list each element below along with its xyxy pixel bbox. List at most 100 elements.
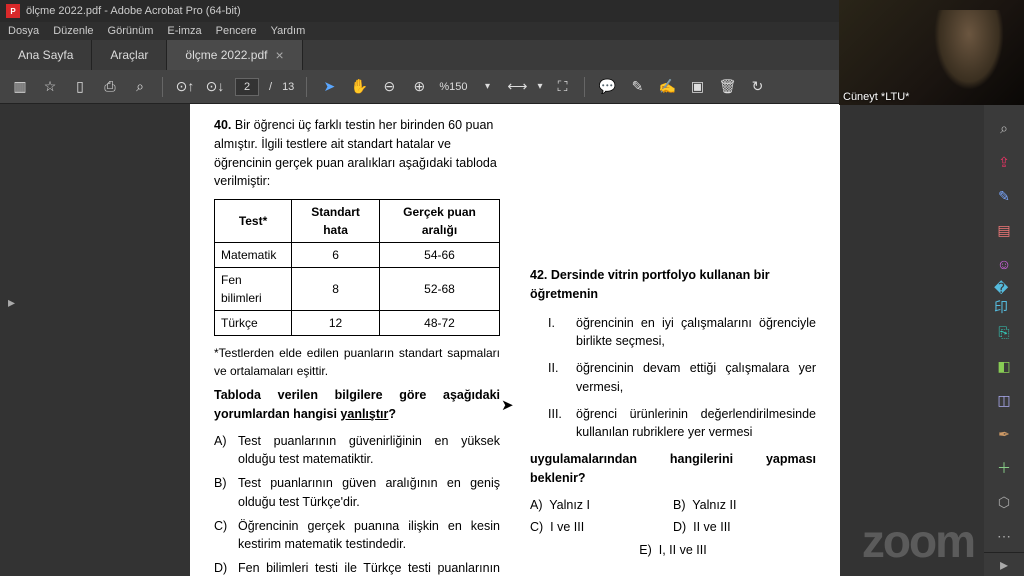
- tab-document[interactable]: ölçme 2022.pdf ×: [167, 40, 302, 70]
- opt-e: I, II ve III: [659, 543, 707, 557]
- page-total: 13: [282, 81, 294, 93]
- pdf-app-icon: P: [6, 4, 20, 18]
- menu-esign[interactable]: E-imza: [167, 25, 201, 37]
- item-iii: öğrenci ürünlerinin değerlendirilmesinde…: [576, 405, 816, 443]
- th-stderr: Standart hata: [292, 200, 380, 243]
- menu-file[interactable]: Dosya: [8, 25, 39, 37]
- print-icon[interactable]: ⎙: [100, 77, 120, 97]
- fit-width-icon[interactable]: ⟷: [507, 77, 527, 97]
- q42-intro: Dersinde vitrin portfolyo kullanan bir ö…: [530, 268, 770, 301]
- right-tools-panel: ⌕ ⇪ ✎ ▤ ☺ �印 ⎘ ◧ ◫ ✒ ＋ ⬡ ⋯: [984, 104, 1024, 576]
- find-icon[interactable]: ⌕: [130, 77, 150, 97]
- q40-number: 40.: [214, 118, 231, 132]
- separator: [584, 77, 585, 97]
- close-icon[interactable]: ×: [275, 47, 283, 63]
- zoom-out-icon[interactable]: ⊖: [379, 77, 399, 97]
- page-down-icon[interactable]: ⊙↓: [205, 77, 225, 97]
- cell: Türkçe: [215, 311, 292, 336]
- q42-options: A) Yalnız I B) Yalnız II C) I ve III D) …: [530, 496, 816, 564]
- measure-icon[interactable]: ◫: [994, 390, 1014, 410]
- menu-view[interactable]: Görünüm: [108, 25, 154, 37]
- sign-icon[interactable]: ✍: [657, 77, 677, 97]
- q40-footnote: *Testlerden elde edilen puanların standa…: [214, 344, 500, 380]
- highlight-icon[interactable]: ✎: [627, 77, 647, 97]
- opt-b: Yalnız II: [692, 498, 736, 512]
- window-title: ölçme 2022.pdf - Adobe Acrobat Pro (64-b…: [26, 5, 241, 17]
- opt-c: Öğrencinin gerçek puanına ilişkin en kes…: [238, 517, 500, 555]
- rotate-icon[interactable]: ↻: [747, 77, 767, 97]
- opt-d: II ve III: [693, 520, 731, 534]
- page-separator: /: [269, 81, 272, 93]
- cell: Fen bilimleri: [215, 268, 292, 311]
- comment-icon[interactable]: 💬: [597, 77, 617, 97]
- menu-edit[interactable]: Düzenle: [53, 25, 93, 37]
- document-viewport[interactable]: 40. Bir öğrenci üç farklı testin her bir…: [30, 104, 984, 576]
- q40-intro: Bir öğrenci üç farklı testin her birinde…: [214, 118, 497, 188]
- q40-options: A)Test puanlarının güvenirliğinin en yük…: [214, 432, 500, 576]
- people-icon[interactable]: ☺: [994, 254, 1014, 274]
- menu-help[interactable]: Yardım: [271, 25, 306, 37]
- tab-tools[interactable]: Araçlar: [92, 40, 167, 70]
- webcam-overlay: Cüneyt *LTU*: [839, 0, 1024, 105]
- pdf-page: 40. Bir öğrenci üç farklı testin her bir…: [190, 104, 840, 576]
- page-up-icon[interactable]: ⊙↑: [175, 77, 195, 97]
- sidebar-toggle-icon[interactable]: ▥: [10, 77, 30, 97]
- zoom-dropdown-icon[interactable]: ▾: [477, 77, 497, 97]
- table-row: Türkçe 12 48-72: [215, 311, 500, 336]
- edit-icon[interactable]: ✎: [994, 186, 1014, 206]
- fill-icon[interactable]: ✒: [994, 424, 1014, 444]
- read-mode-icon[interactable]: ⛶: [552, 77, 572, 97]
- cell: 54-66: [380, 243, 500, 268]
- table-row: Fen bilimleri 8 52-68: [215, 268, 500, 311]
- th-range: Gerçek puan aralığı: [380, 200, 500, 243]
- q40-stem: Tabloda verilen bilgilere göre aşağıdaki…: [214, 386, 500, 424]
- tab-document-label: ölçme 2022.pdf: [185, 48, 267, 62]
- opt-d: Fen bilimleri testi ile Türkçe testi pua…: [238, 559, 500, 576]
- q42-stem: uygulamalarından hangilerini yapması bek…: [530, 450, 816, 488]
- q40-table: Test* Standart hata Gerçek puan aralığı …: [214, 199, 500, 336]
- delete-icon[interactable]: 🗑: [717, 77, 737, 97]
- hand-tool-icon[interactable]: ✋: [349, 77, 369, 97]
- webcam-person: [934, 10, 1004, 90]
- collapse-right-icon[interactable]: ▸: [984, 552, 1024, 576]
- menu-window[interactable]: Pencere: [216, 25, 257, 37]
- zoom-level[interactable]: %150: [439, 81, 467, 93]
- save-icon[interactable]: ▯: [70, 77, 90, 97]
- organize-icon[interactable]: ▤: [994, 220, 1014, 240]
- separator: [162, 77, 163, 97]
- more-plus-icon[interactable]: ＋: [994, 458, 1014, 478]
- cell: Matematik: [215, 243, 292, 268]
- separator: [306, 77, 307, 97]
- item-i: öğrencinin en iyi çalışmalarını öğrenciy…: [576, 314, 816, 352]
- webcam-name: Cüneyt *LTU*: [843, 91, 909, 103]
- cell: 8: [292, 268, 380, 311]
- star-icon[interactable]: ☆: [40, 77, 60, 97]
- q42-number: 42.: [530, 268, 547, 282]
- cell: 48-72: [380, 311, 500, 336]
- stamp-tool-icon[interactable]: ▣: [687, 77, 707, 97]
- th-test: Test*: [215, 200, 292, 243]
- protect-icon[interactable]: ⬡: [994, 492, 1014, 512]
- opt-a: Yalnız I: [549, 498, 590, 512]
- tab-home-label: Ana Sayfa: [18, 48, 73, 62]
- table-row: Matematik 6 54-66: [215, 243, 500, 268]
- page-number-input[interactable]: [235, 78, 259, 96]
- side-icon[interactable]: ◧: [994, 356, 1014, 376]
- opt-c: I ve III: [550, 520, 584, 534]
- q42-roman-list: I.öğrencinin en iyi çalışmalarını öğrenc…: [548, 314, 816, 443]
- expand-left-icon[interactable]: ▸: [8, 294, 15, 311]
- stamp-icon[interactable]: �印: [994, 288, 1014, 308]
- left-collapsed-panel: ▸: [0, 104, 30, 576]
- cell: 12: [292, 311, 380, 336]
- cell: 6: [292, 243, 380, 268]
- more-icon[interactable]: ⋯: [994, 526, 1014, 546]
- search-icon[interactable]: ⌕: [994, 118, 1014, 138]
- zoom-in-icon[interactable]: ⊕: [409, 77, 429, 97]
- select-tool-icon[interactable]: ➤: [319, 77, 339, 97]
- opt-b: Test puanlarının güven aralığının en gen…: [238, 474, 500, 512]
- export-icon[interactable]: ⇪: [994, 152, 1014, 172]
- opt-a: Test puanlarının güvenirliğinin en yükse…: [238, 432, 500, 470]
- convert-icon[interactable]: ⎘: [994, 322, 1014, 342]
- cell: 52-68: [380, 268, 500, 311]
- tab-home[interactable]: Ana Sayfa: [0, 40, 92, 70]
